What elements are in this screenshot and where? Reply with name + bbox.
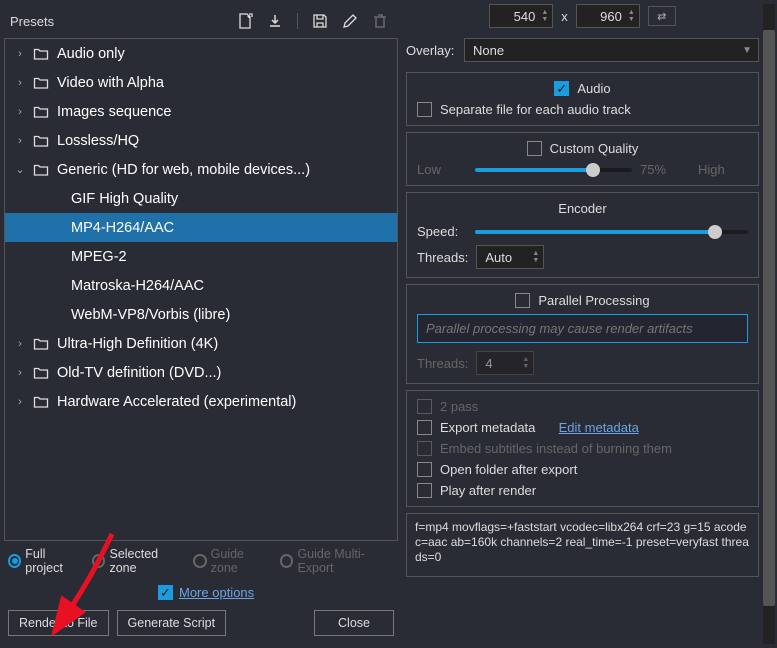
separator [297,13,298,29]
speed-label: Speed: [417,224,467,239]
threads-label: Threads: [417,250,468,265]
quality-slider [475,168,632,172]
audio-section: ✓ Audio Separate file for each audio tra… [406,72,759,126]
checkbox-separate-audio[interactable] [417,102,432,117]
checkbox-play-after[interactable] [417,483,432,498]
radio-full-project[interactable]: Full project [8,547,82,575]
edit-icon[interactable] [342,13,358,29]
new-icon[interactable] [237,13,253,29]
close-button[interactable]: Close [314,610,394,636]
parallel-section: Parallel Processing Parallel processing … [406,284,759,384]
checkbox-embed-subs [417,441,432,456]
settings-pane: 540▲▼ x 960▲▼ ⇄ Overlay: None▼ ✓ Audio S… [402,0,777,648]
checkbox-open-folder[interactable] [417,462,432,477]
tree-item[interactable]: ›Audio only [5,39,397,68]
quality-pct-label: 75% [640,162,690,177]
height-input[interactable]: 960▲▼ [576,4,640,28]
parallel-threads-input: 4▲▼ [476,351,534,375]
bottom-bar: Full project Selected zone Guide zone Gu… [4,541,398,644]
embed-subs-label: Embed subtitles instead of burning them [440,441,672,456]
scrollbar[interactable] [763,4,775,644]
quality-section: Custom Quality Low 75% High [406,132,759,186]
parallel-threads-label: Threads: [417,356,468,371]
render-to-file-button[interactable]: Render to File [8,610,109,636]
parallel-label: Parallel Processing [538,293,649,308]
tree-item[interactable]: ›Old-TV definition (DVD...) [5,358,397,387]
download-icon[interactable] [267,13,283,29]
delete-icon[interactable] [372,13,388,29]
dims-separator: x [561,9,568,24]
audio-label: Audio [577,81,610,96]
checkbox-more-options[interactable]: ✓ [158,585,173,600]
link-dimensions-icon[interactable]: ⇄ [648,6,676,26]
edit-metadata-link[interactable]: Edit metadata [559,420,639,435]
export-metadata-label: Export metadata [440,420,535,435]
encoder-section: Encoder Speed: Threads: Auto▲▼ [406,192,759,278]
radio-selected-zone[interactable]: Selected zone [92,547,183,575]
presets-tree[interactable]: ›Audio only›Video with Alpha›Images sequ… [4,38,398,541]
overlay-label: Overlay: [406,43,456,58]
presets-title: Presets [10,14,54,29]
tree-item[interactable]: ›Images sequence [5,97,397,126]
quality-low-label: Low [417,162,467,177]
checkbox-custom-quality[interactable] [527,141,542,156]
tree-child-item[interactable]: GIF High Quality [5,184,397,213]
tree-item[interactable]: ›Ultra-High Definition (4K) [5,329,397,358]
speed-slider[interactable] [475,230,748,234]
play-after-label: Play after render [440,483,536,498]
tree-child-item[interactable]: MP4-H264/AAC [5,213,397,242]
checkbox-parallel[interactable] [515,293,530,308]
save-icon[interactable] [312,13,328,29]
checkbox-2pass [417,399,432,414]
overlay-select[interactable]: None▼ [464,38,759,62]
tree-item[interactable]: ›Video with Alpha [5,68,397,97]
chevron-down-icon: ▼ [742,45,752,56]
checkbox-audio[interactable]: ✓ [554,81,569,96]
radio-guide-multi: Guide Multi-Export [280,547,394,575]
quality-high-label: High [698,162,748,177]
separate-audio-label: Separate file for each audio track [440,102,631,117]
generate-script-button[interactable]: Generate Script [117,610,227,636]
radio-guide-zone: Guide zone [193,547,270,575]
tree-item[interactable]: ›Lossless/HQ [5,126,397,155]
presets-toolbar [237,13,392,29]
tree-child-item[interactable]: Matroska-H264/AAC [5,271,397,300]
more-options-link[interactable]: More options [179,585,254,600]
tree-child-item[interactable]: MPEG-2 [5,242,397,271]
open-folder-label: Open folder after export [440,462,577,477]
width-input[interactable]: 540▲▼ [489,4,553,28]
tree-item[interactable]: ›Hardware Accelerated (experimental) [5,387,397,416]
presets-pane: Presets ›Audio only›Video with Alpha›Ima… [0,0,402,648]
custom-quality-label: Custom Quality [550,141,639,156]
export-options-section: 2 pass Export metadata Edit metadata Emb… [406,390,759,507]
tree-item[interactable]: ⌄Generic (HD for web, mobile devices...) [5,155,397,184]
more-options[interactable]: ✓ More options [8,585,394,600]
tree-child-item[interactable]: WebM-VP8/Vorbis (libre) [5,300,397,329]
command-output[interactable]: f=mp4 movflags=+faststart vcodec=libx264… [406,513,759,577]
checkbox-export-metadata[interactable] [417,420,432,435]
threads-input[interactable]: Auto▲▼ [476,245,544,269]
parallel-warning: Parallel processing may cause render art… [417,314,748,343]
encoder-title: Encoder [417,201,748,216]
2pass-label: 2 pass [440,399,490,414]
